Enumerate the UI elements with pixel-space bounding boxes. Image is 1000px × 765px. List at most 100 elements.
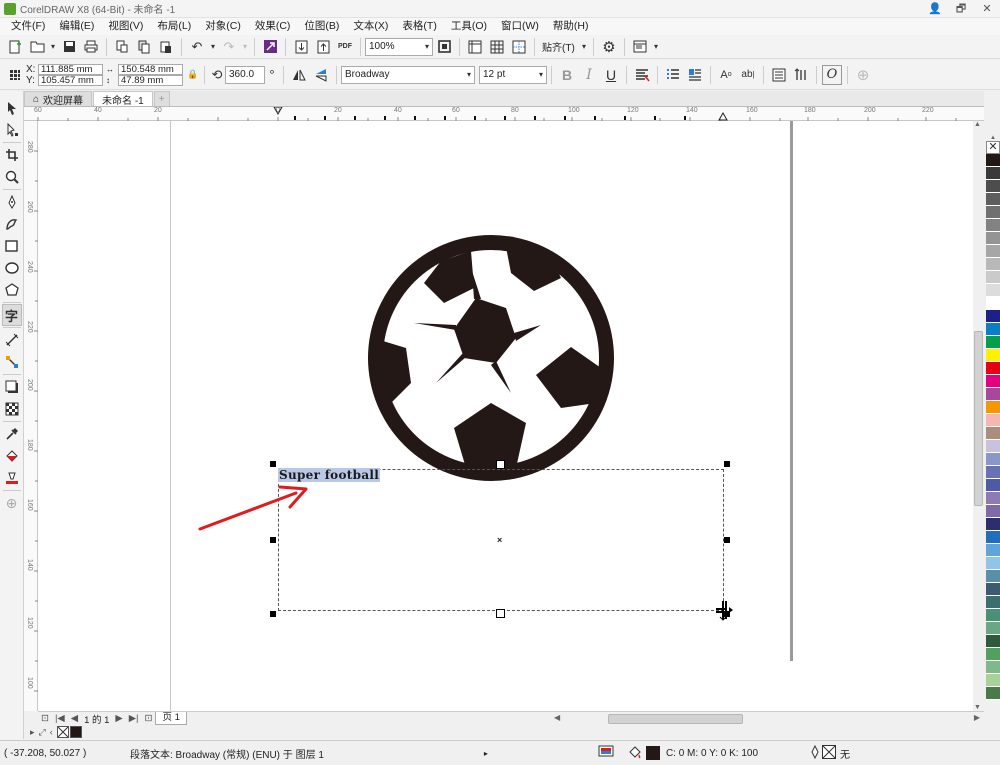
palette-swatch[interactable]: [986, 258, 1000, 271]
palette-swatch[interactable]: [986, 479, 1000, 492]
text-alignment-icon[interactable]: [632, 65, 652, 85]
parallel-dimension-tool-icon[interactable]: [2, 329, 22, 351]
crop-tool-icon[interactable]: [2, 144, 22, 166]
account-icon[interactable]: 👤: [922, 0, 948, 18]
artistic-media-tool-icon[interactable]: [2, 213, 22, 235]
color-eyedropper-icon[interactable]: [2, 423, 22, 445]
fill-color-swatch[interactable]: [645, 746, 660, 760]
mirror-horizontal-icon[interactable]: [289, 65, 309, 85]
soccer-ball-graphic[interactable]: [366, 233, 616, 483]
palette-swatch[interactable]: [986, 167, 1000, 180]
pick-tool-icon[interactable]: [2, 97, 22, 119]
color-proof-icon[interactable]: [598, 745, 614, 762]
y-position-input[interactable]: 105.457 mm: [38, 74, 103, 86]
vertical-text-icon[interactable]: [791, 65, 811, 85]
interactive-fill-icon[interactable]: [2, 445, 22, 467]
no-color-swatch[interactable]: ✕: [986, 141, 1000, 154]
palette-swatch[interactable]: [986, 271, 1000, 284]
object-origin-icon[interactable]: [5, 65, 25, 85]
transparency-tool-icon[interactable]: [2, 398, 22, 420]
save-icon[interactable]: [59, 37, 79, 57]
column-resize-icon[interactable]: [714, 599, 734, 621]
show-rulers-icon[interactable]: [465, 37, 485, 57]
palette-swatch[interactable]: [986, 661, 1000, 674]
full-screen-icon[interactable]: [434, 37, 454, 57]
x-position-input[interactable]: 111.885 mm: [38, 63, 103, 75]
horizontal-ruler[interactable]: 60 40 20 0 20 40 60 80 100 120 140 160 1…: [24, 107, 984, 121]
horizontal-scroll-thumb[interactable]: [608, 714, 743, 724]
palette-swatch[interactable]: [986, 466, 1000, 479]
palette-swatch[interactable]: [986, 375, 1000, 388]
page-tab-1[interactable]: 页 1: [155, 712, 187, 725]
palette-swatch[interactable]: [986, 596, 1000, 609]
palette-swatch[interactable]: [986, 674, 1000, 687]
new-document-icon[interactable]: [5, 37, 25, 57]
palette-swatch[interactable]: [986, 388, 1000, 401]
last-page-icon[interactable]: ▶|: [126, 713, 142, 724]
selection-handle[interactable]: [724, 537, 730, 543]
page-options-icon[interactable]: ⊡: [38, 713, 52, 724]
paste-icon[interactable]: [156, 37, 176, 57]
menu-object[interactable]: 对象(C): [198, 18, 248, 35]
scroll-up-icon[interactable]: ▲: [974, 121, 981, 128]
menu-table[interactable]: 表格(T): [395, 18, 443, 35]
export-icon[interactable]: [313, 37, 333, 57]
vertical-ruler[interactable]: 280 260 240 220 200 180 160 140 120 100: [24, 121, 38, 711]
tab-untitled-document[interactable]: 未命名 -1: [93, 91, 153, 107]
search-content-icon[interactable]: [260, 37, 280, 57]
dropdown-arrow-icon[interactable]: ▾: [49, 37, 57, 57]
width-input[interactable]: 150.548 mm: [118, 63, 183, 75]
height-input[interactable]: 47.89 mm: [118, 74, 183, 86]
selection-handle[interactable]: [270, 461, 276, 467]
horizontal-scrollbar[interactable]: ◀ ▶: [554, 713, 980, 724]
outline-color-swatch[interactable]: [822, 744, 837, 762]
scroll-left-icon[interactable]: ◀: [554, 713, 560, 722]
open-folder-icon[interactable]: [27, 37, 47, 57]
palette-swatch[interactable]: [986, 440, 1000, 453]
underline-button[interactable]: U: [601, 65, 621, 85]
palette-swatch[interactable]: [986, 401, 1000, 414]
add-page-icon[interactable]: ⊡: [142, 713, 156, 724]
text-frame-top-tab[interactable]: [496, 460, 505, 469]
add-button-icon[interactable]: ⊕: [853, 65, 873, 85]
zoom-tool-icon[interactable]: [2, 166, 22, 188]
menu-help[interactable]: 帮助(H): [546, 18, 596, 35]
palette-swatch[interactable]: [986, 687, 1000, 700]
italic-button[interactable]: I: [579, 65, 599, 85]
previous-page-icon[interactable]: ◀: [68, 713, 81, 724]
copy-icon[interactable]: [134, 37, 154, 57]
connector-tool-icon[interactable]: [2, 351, 22, 373]
palette-swatch[interactable]: [986, 609, 1000, 622]
drop-cap-icon[interactable]: [685, 65, 705, 85]
palette-swatch[interactable]: [986, 193, 1000, 206]
selection-handle[interactable]: [724, 461, 730, 467]
vertical-scroll-thumb[interactable]: [974, 331, 983, 506]
menu-effects[interactable]: 效果(C): [248, 18, 298, 35]
palette-swatch[interactable]: [986, 648, 1000, 661]
palette-swatch[interactable]: [986, 245, 1000, 258]
menu-edit[interactable]: 编辑(E): [52, 18, 101, 35]
text-tool-icon[interactable]: 字: [1, 304, 22, 326]
rectangle-tool-icon[interactable]: [2, 235, 22, 257]
bold-button[interactable]: B: [557, 65, 577, 85]
palette-swatch[interactable]: [986, 310, 1000, 323]
snap-to-select[interactable]: 贴齐(T) ▾: [539, 38, 589, 56]
font-list-select[interactable]: Broadway ▾: [341, 65, 475, 84]
menu-layout[interactable]: 布局(L): [150, 18, 198, 35]
text-frame-bottom-tab[interactable]: [496, 609, 505, 618]
options-gear-icon[interactable]: ⚙: [599, 37, 619, 57]
redo-icon[interactable]: ↷: [219, 37, 239, 57]
palette-swatch[interactable]: [986, 505, 1000, 518]
edit-text-icon[interactable]: ab |: [738, 65, 758, 85]
palette-swatch[interactable]: [986, 206, 1000, 219]
lock-ratio-icon[interactable]: 🔒: [187, 65, 199, 85]
redo-dropdown-icon[interactable]: ▾: [241, 37, 249, 57]
palette-swatch[interactable]: [986, 154, 1000, 167]
show-grid-icon[interactable]: [487, 37, 507, 57]
palette-swatch[interactable]: [986, 323, 1000, 336]
selection-handle[interactable]: [270, 611, 276, 617]
mirror-vertical-icon[interactable]: [311, 65, 331, 85]
palette-swatch[interactable]: [986, 349, 1000, 362]
palette-swatch[interactable]: [986, 232, 1000, 245]
import-icon[interactable]: [291, 37, 311, 57]
